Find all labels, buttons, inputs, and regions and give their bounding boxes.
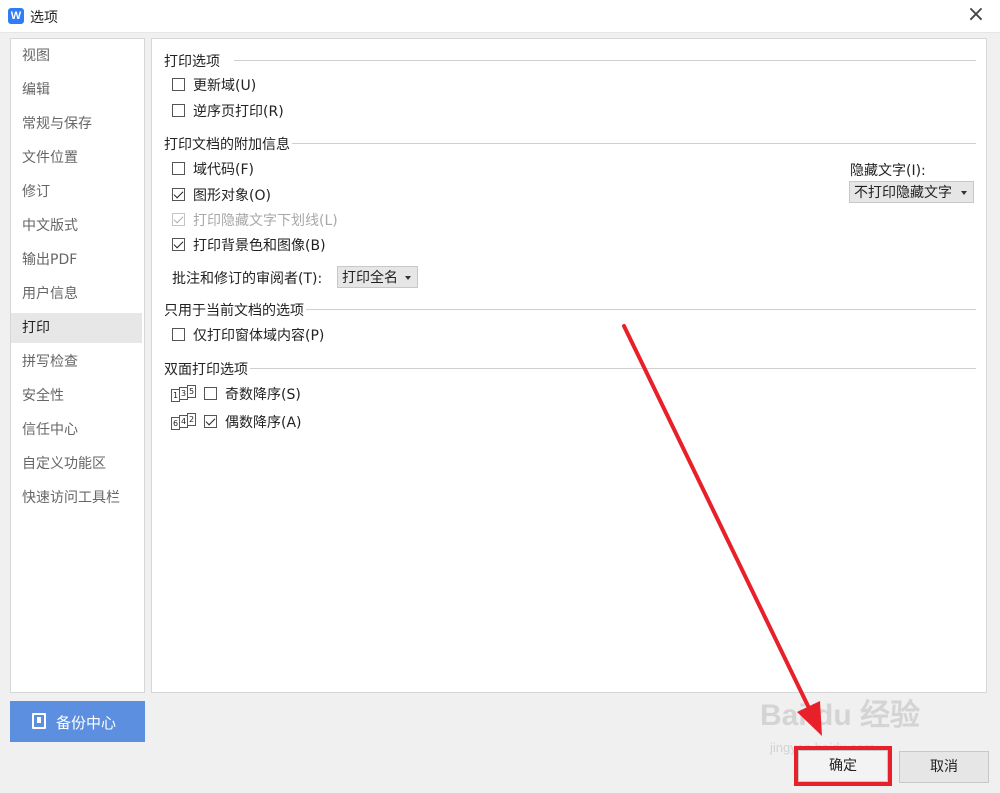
print-options-heading: 打印选项 <box>164 54 220 70</box>
chevron-down-icon <box>405 276 411 280</box>
drawing-objects-label: 图形对象(O) <box>193 188 271 204</box>
checkbox-box[interactable] <box>204 415 217 428</box>
sidebar-item-file-locations[interactable]: 文件位置 <box>11 143 142 173</box>
hidden-text-underline-label: 打印隐藏文字下划线(L) <box>193 213 338 229</box>
sidebar-item-spell-check[interactable]: 拼写检查 <box>11 347 142 377</box>
duplex-even-icon: 6 4 2 <box>171 413 197 431</box>
current-doc-heading: 只用于当前文档的选项 <box>164 303 304 319</box>
checkbox-box <box>172 213 185 226</box>
form-fields-only-label: 仅打印窗体域内容(P) <box>193 328 325 344</box>
checkbox-box[interactable] <box>172 78 185 91</box>
sidebar-item-view[interactable]: 视图 <box>11 41 142 71</box>
reviewer-label: 批注和修订的审阅者(T): <box>172 271 323 287</box>
divider <box>234 60 976 61</box>
sidebar-item-general-save[interactable]: 常规与保存 <box>11 109 142 139</box>
checkbox-box[interactable] <box>172 104 185 117</box>
sidebar-item-customize-ribbon[interactable]: 自定义功能区 <box>11 449 142 479</box>
update-fields-label: 更新域(U) <box>193 78 257 94</box>
cancel-button[interactable]: 取消 <box>899 751 989 783</box>
sidebar-item-security[interactable]: 安全性 <box>11 381 142 411</box>
sidebar-item-trust-center[interactable]: 信任中心 <box>11 415 142 445</box>
print-settings-panel: 打印选项 更新域(U) 逆序页打印(R) 打印文档的附加信息 域代码(F) 图形… <box>151 38 987 693</box>
reverse-order-label: 逆序页打印(R) <box>193 104 284 120</box>
sidebar-item-edit[interactable]: 编辑 <box>11 75 142 105</box>
checkbox-box[interactable] <box>172 238 185 251</box>
sidebar-item-user-info[interactable]: 用户信息 <box>11 279 142 309</box>
checkbox-box[interactable] <box>172 328 185 341</box>
divider <box>306 309 976 310</box>
chevron-down-icon <box>961 191 967 195</box>
window-title: 选项 <box>30 10 58 26</box>
ok-button[interactable]: 确定 <box>794 746 892 786</box>
sidebar-item-export-pdf[interactable]: 输出PDF <box>11 245 142 275</box>
even-descending-label: 偶数降序(A) <box>225 415 302 431</box>
reviewer-dropdown[interactable]: 打印全名 <box>337 266 418 288</box>
wps-app-icon: W <box>8 8 24 24</box>
backup-center-button[interactable]: 备份中心 <box>10 701 145 742</box>
odd-descending-label: 奇数降序(S) <box>225 387 301 403</box>
sidebar-item-chinese-layout[interactable]: 中文版式 <box>11 211 142 241</box>
sidebar-item-quick-access-toolbar[interactable]: 快速访问工具栏 <box>11 483 142 513</box>
hidden-text-dropdown-value: 不打印隐藏文字 <box>854 185 952 201</box>
close-icon[interactable]: × <box>962 2 990 30</box>
backup-icon <box>32 713 46 729</box>
field-codes-label: 域代码(F) <box>193 162 254 178</box>
page-sheet: 5 <box>187 385 196 398</box>
checkbox-box[interactable] <box>204 387 217 400</box>
page-sheet: 2 <box>187 413 196 426</box>
reviewer-dropdown-value: 打印全名 <box>342 270 398 286</box>
title-bar: W 选项 × <box>0 0 1000 33</box>
sidebar-item-revisions[interactable]: 修订 <box>11 177 142 207</box>
hidden-text-dropdown[interactable]: 不打印隐藏文字 <box>849 181 974 203</box>
duplex-odd-icon: 1 3 5 <box>171 385 197 403</box>
backup-center-label: 备份中心 <box>56 714 117 732</box>
divider <box>292 143 976 144</box>
checkbox-box[interactable] <box>172 188 185 201</box>
duplex-heading: 双面打印选项 <box>164 362 248 378</box>
hidden-text-label: 隐藏文字(I): <box>850 163 926 179</box>
baidu-watermark: Bai du 经验 <box>760 699 921 732</box>
sidebar-item-print[interactable]: 打印 <box>11 313 142 343</box>
extra-info-heading: 打印文档的附加信息 <box>164 137 290 153</box>
print-background-label: 打印背景色和图像(B) <box>193 238 326 254</box>
divider <box>250 368 976 369</box>
options-sidebar: 视图 编辑 常规与保存 文件位置 修订 中文版式 输出PDF 用户信息 打印 拼… <box>10 38 145 693</box>
checkbox-box[interactable] <box>172 162 185 175</box>
